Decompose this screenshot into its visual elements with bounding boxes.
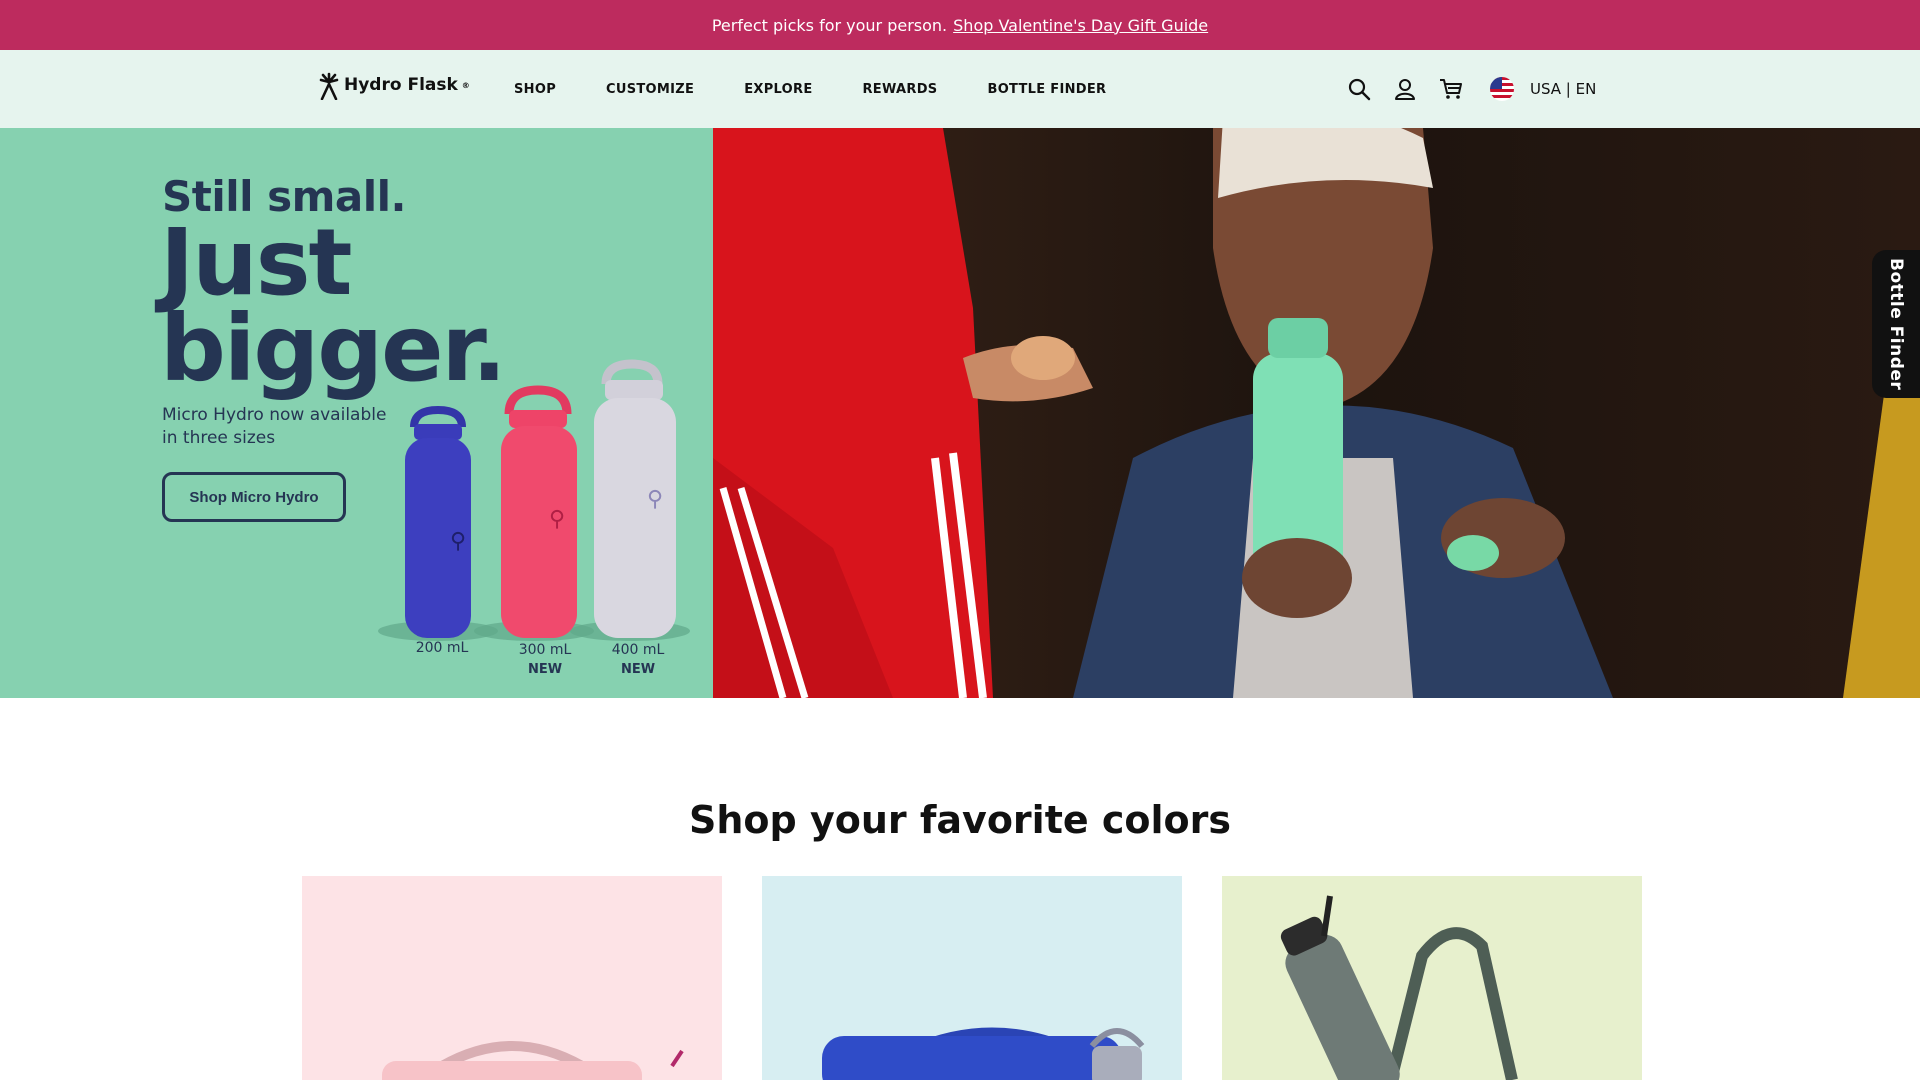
section-title: Shop your favorite colors	[689, 798, 1231, 842]
bottle-finder-tab[interactable]: Bottle Finder	[1872, 250, 1920, 398]
search-icon[interactable]	[1346, 76, 1372, 102]
logo-text: Hydro Flask	[344, 75, 458, 95]
promo-text: Perfect picks for your person.	[711, 15, 948, 35]
site-header: Hydro Flask ® SHOP CUSTOMIZE EXPLORE REWA…	[0, 50, 1920, 128]
bottle-size-400: 400 mL	[611, 642, 665, 658]
us-flag-icon	[1490, 77, 1514, 101]
nav-explore[interactable]: EXPLORE	[744, 82, 812, 97]
hero-subtitle: Micro Hydro now available in three sizes	[162, 405, 387, 448]
hydro-flask-logo-icon	[319, 72, 339, 100]
main-nav: SHOP CUSTOMIZE EXPLORE REWARDS BOTTLE FI…	[514, 50, 1156, 128]
nav-customize[interactable]: CUSTOMIZE	[606, 82, 694, 97]
svg-text:⚲: ⚲	[647, 487, 663, 512]
promo-banner: Perfect picks for your person. Shop Vale…	[0, 0, 1920, 50]
lunch-box-image	[382, 1041, 684, 1080]
locale-label: USA | EN	[1530, 80, 1597, 98]
cooler-bag-image	[822, 1027, 1145, 1080]
logo[interactable]: Hydro Flask ®	[318, 70, 470, 100]
logo-registered-mark: ®	[461, 80, 470, 90]
promo-link[interactable]: Shop Valentine's Day Gift Guide	[953, 16, 1208, 35]
account-icon[interactable]	[1392, 76, 1418, 102]
lifestyle-photo	[713, 128, 1920, 698]
svg-text:⚲: ⚲	[450, 529, 466, 554]
color-card-blue[interactable]	[762, 876, 1182, 1080]
nav-shop[interactable]: SHOP	[514, 82, 556, 97]
shop-micro-hydro-button[interactable]: Shop Micro Hydro	[162, 472, 346, 522]
hero-title: Just bigger.	[160, 209, 507, 402]
bottle-sling-image	[1280, 895, 1518, 1080]
hero-lifestyle-image	[713, 128, 1920, 698]
bottle-size-200: 200 mL	[415, 640, 469, 656]
header-actions: USA | EN	[1346, 50, 1596, 128]
color-card-pink[interactable]	[302, 876, 722, 1080]
locale-selector[interactable]: USA | EN	[1490, 77, 1596, 101]
cart-icon[interactable]	[1438, 76, 1464, 102]
bottle-badge-300: NEW	[527, 662, 563, 677]
nav-bottle-finder[interactable]: BOTTLE FINDER	[987, 82, 1106, 97]
nav-rewards[interactable]: REWARDS	[863, 82, 938, 97]
bottle-size-300: 300 mL	[518, 642, 572, 658]
color-card-green[interactable]	[1222, 876, 1642, 1080]
bottle-badge-400: NEW	[620, 662, 656, 677]
bottle-finder-tab-label: Bottle Finder	[1886, 257, 1906, 391]
svg-text:⚲: ⚲	[549, 507, 565, 532]
